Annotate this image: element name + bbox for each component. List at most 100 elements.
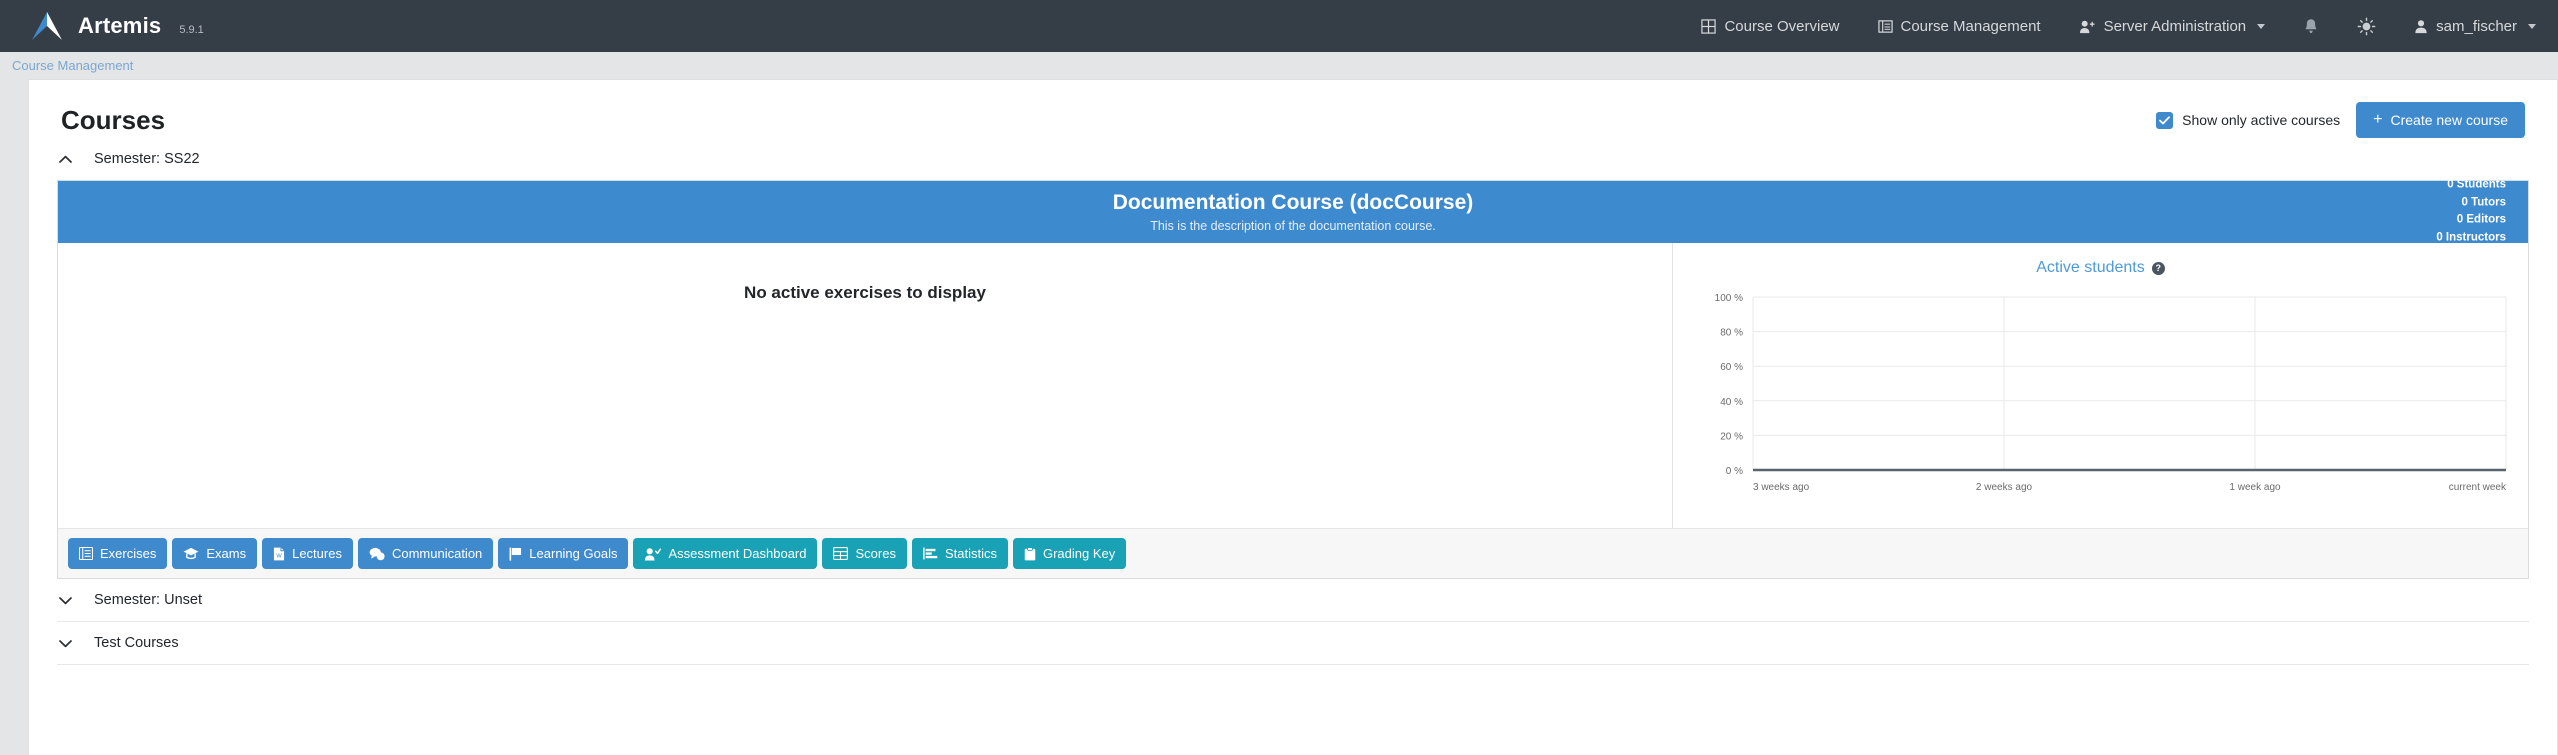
svg-text:1 week ago: 1 week ago xyxy=(2229,482,2281,493)
stat-students: 0 Students xyxy=(2436,177,2506,195)
course-button-lectures-label: Lectures xyxy=(292,546,342,561)
course-button-communication[interactable]: Communication xyxy=(358,538,493,569)
chart-title-row: Active students ? xyxy=(1691,259,2510,277)
navbar-right-group: Course Overview Course Management Server… xyxy=(1701,17,2536,36)
course-body: No active exercises to display Active st… xyxy=(58,243,2528,528)
course-button-statistics-label: Statistics xyxy=(945,546,997,561)
stat-instructors: 0 Instructors xyxy=(2436,230,2506,248)
chart-title[interactable]: Active students xyxy=(2036,259,2145,277)
course-banner[interactable]: Documentation Course (docCourse) This is… xyxy=(58,181,2528,243)
list-icon xyxy=(79,547,93,560)
svg-text:3 weeks ago: 3 weeks ago xyxy=(1753,482,1810,493)
book-icon xyxy=(1878,19,1893,34)
chart-area: 0 %20 %40 %60 %80 %100 %3 weeks ago2 wee… xyxy=(1691,289,2510,514)
course-button-statistics[interactable]: Statistics xyxy=(912,538,1008,569)
semester-group-ss22-label: Semester: SS22 xyxy=(94,151,200,167)
chevron-down-icon xyxy=(59,596,72,605)
nav-course-management[interactable]: Course Management xyxy=(1878,18,2041,35)
check-icon xyxy=(2159,116,2170,125)
bars-icon xyxy=(923,547,938,560)
course-button-grading-key-label: Grading Key xyxy=(1043,546,1115,561)
course-stats: 0 Students 0 Tutors 0 Editors 0 Instruct… xyxy=(2436,177,2506,248)
semester-divider xyxy=(57,664,2529,665)
course-button-lectures[interactable]: W Lectures xyxy=(262,538,353,569)
course-button-learning-goals[interactable]: Learning Goals xyxy=(498,538,628,569)
nav-course-overview-label: Course Overview xyxy=(1724,18,1839,35)
course-banner-center: Documentation Course (docCourse) This is… xyxy=(1113,191,1474,233)
active-students-line-chart: 0 %20 %40 %60 %80 %100 %3 weeks ago2 wee… xyxy=(1691,289,2510,504)
course-button-scores-label: Scores xyxy=(855,546,895,561)
grid-icon xyxy=(1701,19,1716,34)
chevron-down-icon xyxy=(59,639,72,648)
chevron-down-icon xyxy=(2528,24,2536,29)
course-button-exams-label: Exams xyxy=(206,546,246,561)
user-plus-icon xyxy=(2079,19,2096,34)
show-active-courses-checkbox[interactable] xyxy=(2156,112,2173,129)
semester-group-test-courses-header[interactable]: Test Courses xyxy=(29,622,2557,664)
graduation-icon xyxy=(183,547,199,560)
page-header: Courses Show only active courses + Creat… xyxy=(29,80,2557,138)
artemis-logo-icon xyxy=(30,11,64,41)
nav-course-management-label: Course Management xyxy=(1901,18,2041,35)
bell-icon xyxy=(2303,18,2319,35)
semester-group-unset-header[interactable]: Semester: Unset xyxy=(29,579,2557,621)
svg-text:100 %: 100 % xyxy=(1715,293,1743,304)
show-active-courses-label: Show only active courses xyxy=(2182,112,2340,128)
course-title: Documentation Course (docCourse) xyxy=(1113,191,1474,215)
user-menu[interactable]: sam_fischer xyxy=(2414,18,2536,35)
svg-text:W: W xyxy=(276,553,282,559)
create-new-course-button[interactable]: + Create new course xyxy=(2356,102,2525,138)
plus-icon: + xyxy=(2373,112,2382,128)
course-button-assessment-dashboard[interactable]: Assessment Dashboard xyxy=(633,538,817,569)
user-check-icon xyxy=(644,547,661,561)
active-students-chart-pane: Active students ? 0 %20 %40 %60 %80 %100… xyxy=(1673,243,2528,528)
course-button-exercises-label: Exercises xyxy=(100,546,156,561)
svg-text:60 %: 60 % xyxy=(1720,362,1743,373)
create-new-course-label: Create new course xyxy=(2390,112,2508,128)
course-button-learning-goals-label: Learning Goals xyxy=(529,546,617,561)
flag-icon xyxy=(509,547,522,561)
course-button-scores[interactable]: Scores xyxy=(822,538,906,569)
user-icon xyxy=(2414,19,2428,34)
page-title: Courses xyxy=(61,105,165,136)
help-icon[interactable]: ? xyxy=(2152,262,2165,275)
show-active-courses-toggle[interactable]: Show only active courses xyxy=(2156,112,2340,129)
course-description: This is the description of the documenta… xyxy=(1113,219,1474,233)
course-button-exams[interactable]: Exams xyxy=(172,538,257,569)
stat-editors: 0 Editors xyxy=(2436,212,2506,230)
exercises-pane: No active exercises to display xyxy=(58,243,1673,528)
chevron-down-icon xyxy=(2257,24,2265,29)
theme-toggle-button[interactable] xyxy=(2357,17,2376,36)
page-wrap: Courses Show only active courses + Creat… xyxy=(0,79,2558,755)
table-icon xyxy=(833,547,848,560)
brand-name: Artemis xyxy=(78,13,161,39)
course-button-assessment-dashboard-label: Assessment Dashboard xyxy=(668,546,806,561)
nav-course-overview[interactable]: Course Overview xyxy=(1701,18,1839,35)
nav-server-administration[interactable]: Server Administration xyxy=(2079,18,2266,35)
top-navbar: Artemis 5.9.1 Course Overview Course Man… xyxy=(0,0,2558,52)
course-card-doccourse: Documentation Course (docCourse) This is… xyxy=(57,180,2529,579)
comments-icon xyxy=(369,547,385,561)
svg-text:2 weeks ago: 2 weeks ago xyxy=(1976,482,2033,493)
semester-group-ss22-header[interactable]: Semester: SS22 xyxy=(29,138,2557,180)
notifications-button[interactable] xyxy=(2303,18,2319,35)
breadcrumb: Course Management xyxy=(0,52,2558,79)
svg-text:current week: current week xyxy=(2449,482,2507,493)
courses-page-card: Courses Show only active courses + Creat… xyxy=(28,79,2558,755)
file-icon: W xyxy=(273,547,285,561)
semester-group-unset-label: Semester: Unset xyxy=(94,592,202,608)
course-button-exercises[interactable]: Exercises xyxy=(68,538,167,569)
nav-server-administration-label: Server Administration xyxy=(2104,18,2247,35)
sun-icon xyxy=(2357,17,2376,36)
svg-text:80 %: 80 % xyxy=(1720,328,1743,339)
course-button-grading-key[interactable]: Grading Key xyxy=(1013,538,1126,569)
breadcrumb-item-course-management[interactable]: Course Management xyxy=(12,58,133,73)
stat-tutors: 0 Tutors xyxy=(2436,194,2506,212)
no-exercises-message: No active exercises to display xyxy=(58,283,1672,303)
svg-text:20 %: 20 % xyxy=(1720,431,1743,442)
page-header-actions: Show only active courses + Create new co… xyxy=(2156,102,2525,138)
user-menu-label: sam_fischer xyxy=(2436,18,2517,35)
svg-text:0 %: 0 % xyxy=(1726,466,1743,477)
clipboard-icon xyxy=(1024,547,1036,561)
brand[interactable]: Artemis 5.9.1 xyxy=(30,11,204,41)
